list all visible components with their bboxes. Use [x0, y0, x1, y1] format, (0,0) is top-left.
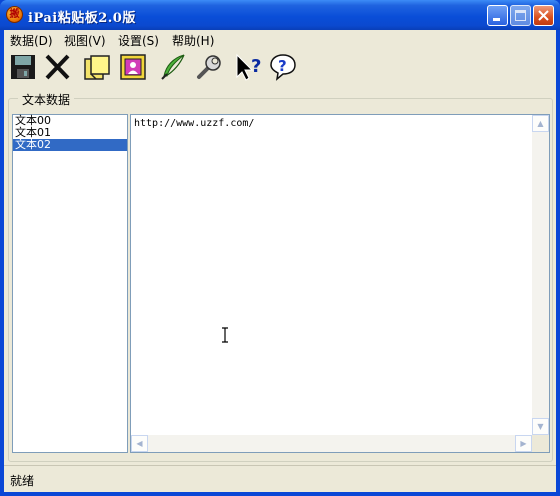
- scroll-down-icon[interactable]: ▼: [532, 418, 549, 435]
- feather-icon: [161, 54, 185, 80]
- status-text: 就绪: [10, 474, 35, 488]
- list-item-selected[interactable]: 文本02: [13, 139, 127, 151]
- vertical-scrollbar[interactable]: ▲ ▼: [532, 115, 549, 435]
- delete-button[interactable]: [42, 52, 72, 82]
- help-icon: ?: [270, 54, 296, 81]
- notes-button[interactable]: [82, 52, 112, 82]
- menu-bar: 数据(D) 视图(V) 设置(S) 帮助(H): [4, 30, 556, 48]
- text-list[interactable]: 文本00 文本01 文本02: [12, 114, 128, 453]
- app-icon[interactable]: 搬: [6, 6, 23, 23]
- minimize-icon: [493, 18, 500, 21]
- stamp-button[interactable]: [118, 52, 148, 82]
- editor-content[interactable]: http://www.uzzf.com/: [134, 118, 254, 129]
- scroll-left-icon[interactable]: ◀: [131, 435, 148, 452]
- minimize-button[interactable]: [487, 5, 508, 26]
- maximize-icon: [515, 10, 526, 21]
- text-cursor-icon: [222, 327, 228, 343]
- context-help-icon: ?: [236, 53, 261, 81]
- app-window: 搬 iPai粘贴板2.0版 数据(D) 视图(V) 设置(S) 帮助(H) ? …: [0, 0, 560, 496]
- window-title: iPai粘贴板2.0版: [28, 11, 136, 26]
- notes-icon: [84, 55, 110, 80]
- scroll-up-icon[interactable]: ▲: [532, 115, 549, 132]
- scroll-right-icon[interactable]: ▶: [515, 435, 532, 452]
- text-editor[interactable]: http://www.uzzf.com/ ▲ ▼ ◀ ▶: [130, 114, 550, 453]
- close-icon: [538, 10, 549, 21]
- menu-settings[interactable]: 设置(S): [118, 32, 159, 49]
- stamp-icon: [120, 54, 146, 80]
- scroll-corner: [532, 435, 549, 452]
- close-button[interactable]: [533, 5, 554, 26]
- context-help-button[interactable]: ?: [234, 52, 264, 82]
- title-bar[interactable]: 搬 iPai粘贴板2.0版: [0, 0, 560, 30]
- wrench-icon: [197, 55, 221, 79]
- menu-help[interactable]: 帮助(H): [172, 32, 214, 49]
- toolbar: ? ?: [4, 50, 556, 86]
- status-bar: 就绪: [4, 465, 556, 492]
- menu-view[interactable]: 视图(V): [64, 32, 106, 49]
- menu-data[interactable]: 数据(D): [10, 32, 53, 49]
- help-button[interactable]: ?: [268, 52, 298, 82]
- svg-text:?: ?: [278, 57, 287, 75]
- save-icon: [11, 55, 35, 79]
- group-label: 文本数据: [18, 91, 75, 108]
- horizontal-scrollbar[interactable]: ◀ ▶: [131, 435, 532, 452]
- svg-text:?: ?: [251, 56, 261, 77]
- save-button[interactable]: [8, 52, 38, 82]
- delete-icon: [45, 54, 70, 80]
- wrench-button[interactable]: [194, 52, 224, 82]
- feather-button[interactable]: [158, 52, 188, 82]
- client-area: 数据(D) 视图(V) 设置(S) 帮助(H) ? ? 文本数据 文本00 文本…: [4, 30, 556, 492]
- maximize-button[interactable]: [510, 5, 531, 26]
